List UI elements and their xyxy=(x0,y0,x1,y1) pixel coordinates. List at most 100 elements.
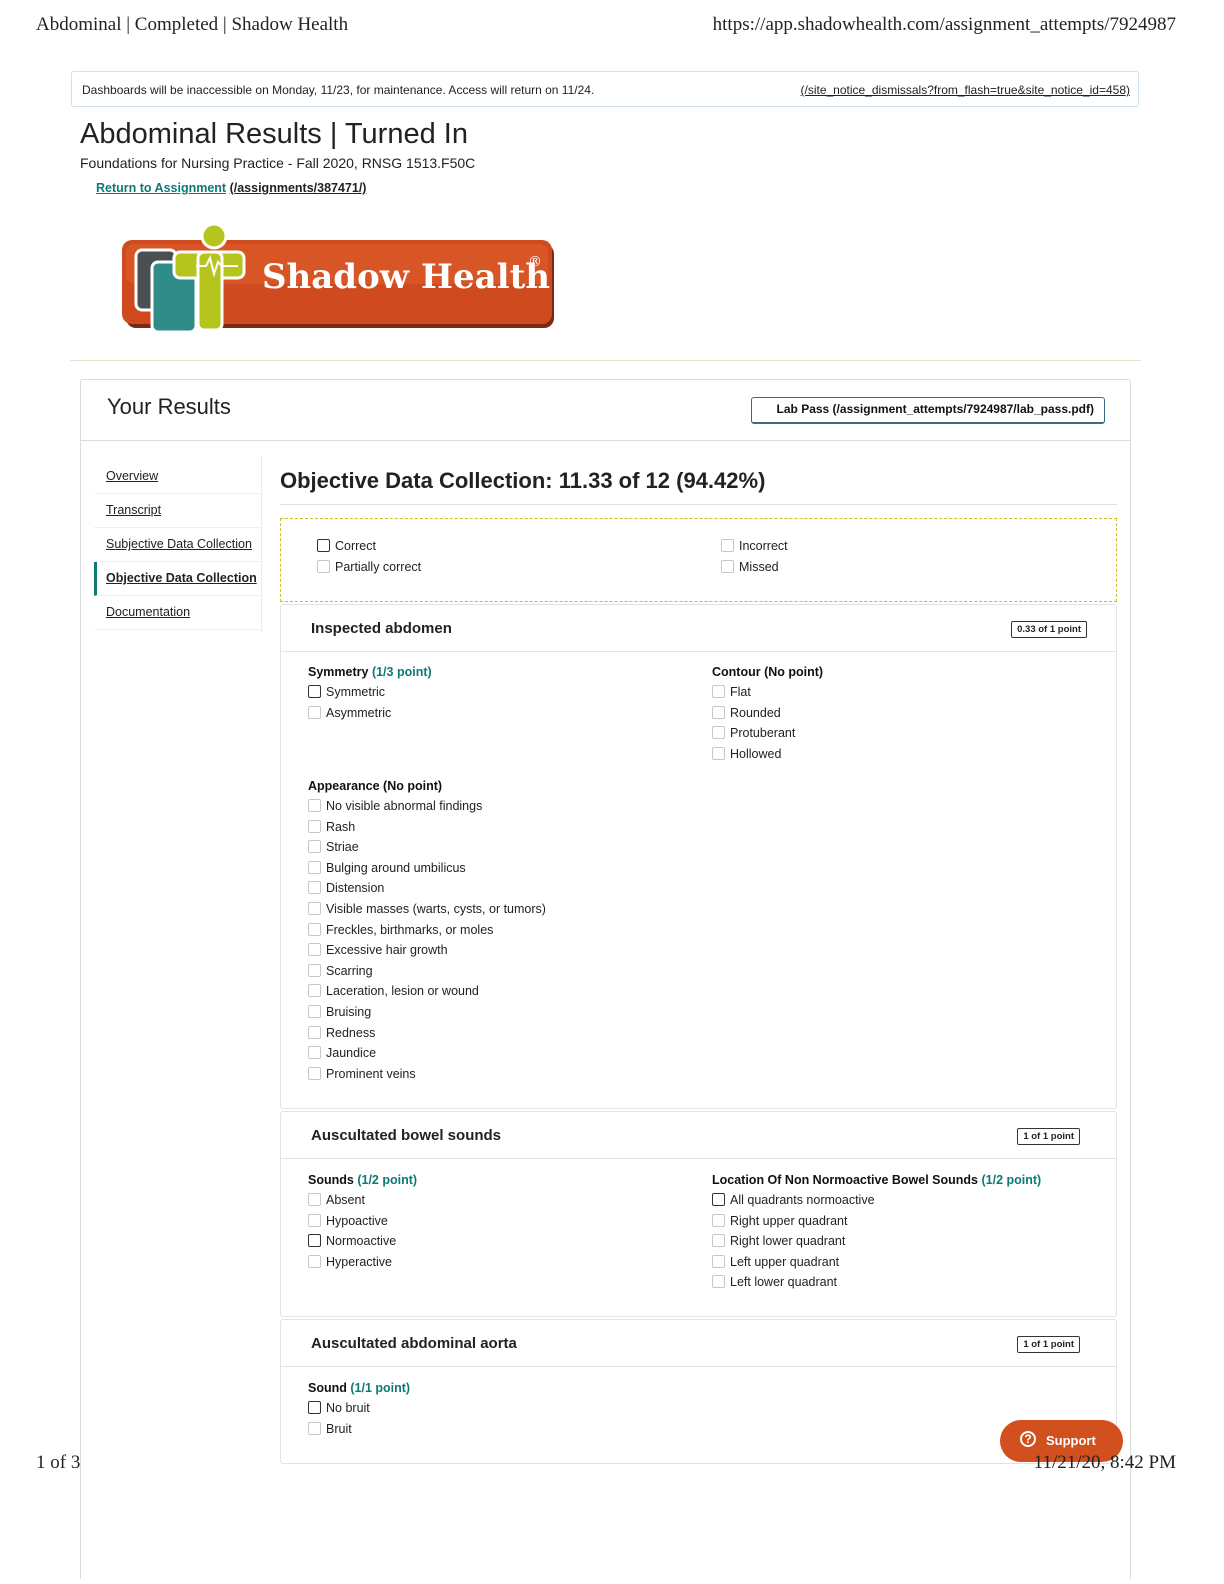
option-normoactive: Normoactive xyxy=(308,1231,417,1252)
card-auscultated-abdominal-aorta: Auscultated abdominal aorta 1 of 1 point… xyxy=(280,1319,1117,1464)
option-distension: Distension xyxy=(308,878,546,899)
option-excessive-hair: Excessive hair growth xyxy=(308,940,546,961)
score-badge: 1 of 1 point xyxy=(1017,1336,1080,1353)
card-header: Auscultated abdominal aorta 1 of 1 point xyxy=(281,1320,1116,1367)
group-label: Appearance (No point) xyxy=(308,779,443,793)
print-header-title: Abdominal | Completed | Shadow Health xyxy=(36,14,349,35)
legend-correct: Correct xyxy=(317,536,421,557)
print-footer-datetime: 11/21/20, 8:42 PM xyxy=(1033,1452,1176,1473)
option-left-lower-quadrant: Left lower quadrant xyxy=(712,1272,1041,1293)
checkbox-icon xyxy=(308,922,321,936)
results-sidenav: Overview Transcript Subjective Data Coll… xyxy=(94,460,261,630)
checkbox-icon xyxy=(308,963,321,977)
checkbox-icon xyxy=(308,881,321,895)
checkbox-icon xyxy=(308,901,321,915)
group-contour: Contour (No point) Flat Rounded Protuber… xyxy=(712,662,823,764)
option-right-upper-quadrant: Right upper quadrant xyxy=(712,1211,1041,1232)
logo-mark: ® xyxy=(528,254,542,270)
checkbox-icon xyxy=(308,799,321,812)
nav-transcript[interactable]: Transcript xyxy=(94,494,261,528)
checkbox-icon xyxy=(712,726,725,740)
checkbox-icon xyxy=(308,1421,321,1435)
option-no-bruit: No bruit xyxy=(308,1398,410,1419)
checkbox-icon xyxy=(308,685,321,698)
checkbox-icon xyxy=(308,943,321,957)
group-label: Contour (No point) xyxy=(712,665,824,679)
support-label: Support xyxy=(1046,1433,1096,1448)
legend-incorrect: Incorrect xyxy=(721,536,788,557)
shadow-health-logo: Shadow Health ® xyxy=(122,222,556,336)
option-rash: Rash xyxy=(308,817,546,838)
checkbox-icon xyxy=(721,539,734,552)
page-subtitle: Foundations for Nursing Practice - Fall … xyxy=(80,155,476,171)
return-to-assignment-link[interactable]: Return to Assignment xyxy=(96,181,226,195)
option-bruising: Bruising xyxy=(308,1002,546,1023)
checkbox-icon xyxy=(308,1066,321,1080)
group-label: Symmetry (1/3 point) xyxy=(308,665,432,679)
card-auscultated-bowel-sounds: Auscultated bowel sounds 1 of 1 point So… xyxy=(280,1111,1117,1317)
checkbox-icon xyxy=(721,559,734,573)
result-legend: Correct Partially correct Incorrect Miss… xyxy=(280,518,1117,602)
results-heading: Your Results xyxy=(107,394,231,419)
checkbox-icon xyxy=(712,1254,725,1268)
legend-right: Incorrect Missed xyxy=(721,536,788,577)
lab-pass-button[interactable]: Lab Pass (/assignment_attempts/7924987/l… xyxy=(750,397,1105,424)
checkbox-icon xyxy=(308,860,321,874)
checkbox-icon xyxy=(712,1193,725,1206)
print-footer-page: 1 of 3 xyxy=(36,1452,81,1473)
legend-left: Correct Partially correct xyxy=(317,536,421,577)
header-divider xyxy=(70,360,1141,361)
checkbox-icon xyxy=(712,1213,725,1227)
section-title: Objective Data Collection: 11.33 of 12 (… xyxy=(280,468,766,493)
site-notice-dismiss-link[interactable]: (/site_notice_dismissals?from_flash=true… xyxy=(800,83,1130,97)
checkbox-icon xyxy=(308,1004,321,1018)
option-scarring: Scarring xyxy=(308,961,546,982)
sidenav-divider xyxy=(261,455,262,632)
card-title: Auscultated bowel sounds xyxy=(311,1127,502,1144)
site-notice: Dashboards will be inaccessible on Monda… xyxy=(71,71,1139,107)
nav-objective-data-collection[interactable]: Objective Data Collection xyxy=(94,562,261,596)
option-prominent-veins: Prominent veins xyxy=(308,1064,546,1085)
checkbox-icon xyxy=(308,1025,321,1039)
group-sounds: Sounds (1/2 point) Absent Hypoactive Nor… xyxy=(308,1170,417,1272)
score-badge: 1 of 1 point xyxy=(1017,1128,1080,1145)
card-title: Inspected abdomen xyxy=(311,620,452,637)
section-divider xyxy=(280,504,1117,505)
option-hyperactive: Hyperactive xyxy=(308,1252,417,1273)
checkbox-icon xyxy=(308,705,321,719)
option-asymmetric: Asymmetric xyxy=(308,703,432,724)
option-visible-masses: Visible masses (warts, cysts, or tumors) xyxy=(308,899,546,920)
nav-overview[interactable]: Overview xyxy=(94,460,261,494)
checkbox-icon xyxy=(317,559,330,573)
option-symmetric: Symmetric xyxy=(308,682,432,703)
legend-missed: Missed xyxy=(721,557,788,578)
group-sound: Sound (1/1 point) No bruit Bruit xyxy=(308,1378,410,1439)
checkbox-icon xyxy=(712,1275,725,1289)
checkbox-icon xyxy=(308,984,321,998)
option-bruit: Bruit xyxy=(308,1419,410,1440)
checkbox-icon xyxy=(308,819,321,833)
checkbox-icon xyxy=(308,840,321,854)
nav-subjective-data-collection[interactable]: Subjective Data Collection xyxy=(94,528,261,562)
option-striae: Striae xyxy=(308,837,546,858)
checkbox-icon xyxy=(712,685,725,698)
group-label: Sound (1/1 point) xyxy=(308,1381,411,1395)
nav-documentation[interactable]: Documentation xyxy=(94,596,261,630)
group-appearance: Appearance (No point) No visible abnorma… xyxy=(308,776,546,1084)
option-hypoactive: Hypoactive xyxy=(308,1211,417,1232)
option-rounded: Rounded xyxy=(712,703,823,724)
option-flat: Flat xyxy=(712,682,823,703)
card-title: Auscultated abdominal aorta xyxy=(311,1335,517,1352)
group-label: Sounds (1/2 point) xyxy=(308,1173,418,1187)
checkbox-icon xyxy=(317,539,330,552)
option-left-upper-quadrant: Left upper quadrant xyxy=(712,1252,1041,1273)
group-label: Location Of Non Normoactive Bowel Sounds… xyxy=(712,1173,1042,1187)
option-protuberant: Protuberant xyxy=(712,723,823,744)
logo-text: Shadow Health xyxy=(262,257,550,297)
checkbox-icon xyxy=(712,1234,725,1248)
option-freckles: Freckles, birthmarks, or moles xyxy=(308,920,546,941)
checkbox-icon xyxy=(308,1193,321,1206)
card-inspected-abdomen: Inspected abdomen 0.33 of 1 point Symmet… xyxy=(280,604,1117,1109)
option-no-visible-abnormal-findings: No visible abnormal findings xyxy=(308,796,546,817)
card-header: Inspected abdomen 0.33 of 1 point xyxy=(281,605,1116,652)
